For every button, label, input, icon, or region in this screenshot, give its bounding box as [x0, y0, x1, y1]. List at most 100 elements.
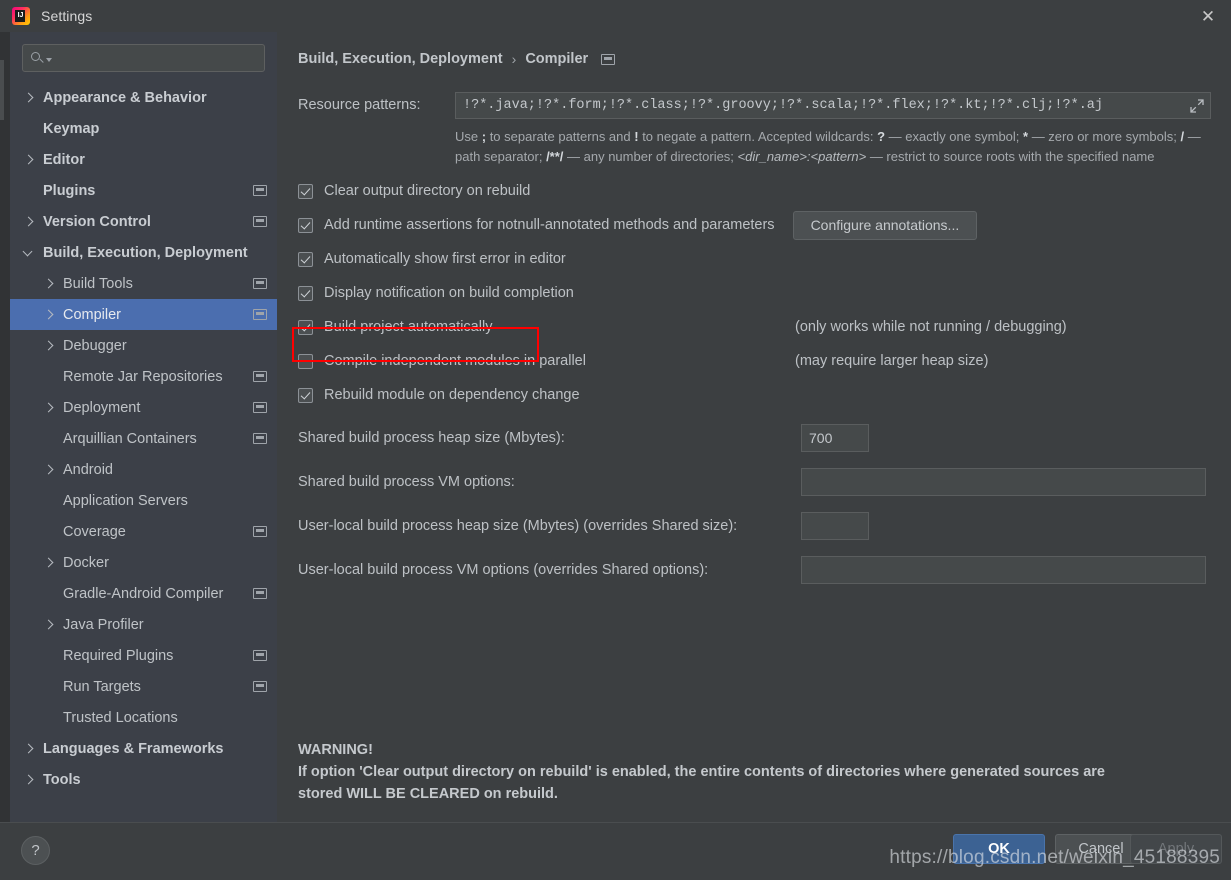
checkbox-display-notification-on-build-completion[interactable] [298, 285, 313, 301]
module-scope-icon[interactable] [253, 216, 267, 227]
title-bar: Settings ✕ [0, 0, 1231, 32]
chevron-right-icon[interactable] [42, 556, 55, 569]
checkbox-label[interactable]: Rebuild module on dependency change [324, 387, 580, 403]
checkbox-compile-independent-modules-in-parallel[interactable] [298, 353, 313, 369]
search-wrapper [10, 44, 277, 72]
input-shared-build-process-heap-size-mbytes[interactable] [801, 424, 869, 452]
chevron-right-icon[interactable] [42, 339, 55, 352]
search-input[interactable] [52, 49, 264, 67]
sidebar-item-trusted-locations[interactable]: Trusted Locations [10, 702, 277, 733]
checkbox-label[interactable]: Clear output directory on rebuild [324, 183, 530, 199]
module-scope-icon[interactable] [253, 402, 267, 413]
chevron-down-icon[interactable] [22, 246, 35, 259]
checkbox-row: Clear output directory on rebuild [298, 180, 1211, 202]
sidebar-item-run-targets[interactable]: Run Targets [10, 671, 277, 702]
sidebar-item-plugins[interactable]: Plugins [10, 175, 277, 206]
sidebar-item-docker[interactable]: Docker [10, 547, 277, 578]
module-scope-icon[interactable] [253, 185, 267, 196]
input-user-local-build-process-vm-options-overrides-shared-options[interactable] [801, 556, 1206, 584]
sidebar-item-label: Build, Execution, Deployment [43, 244, 248, 261]
sidebar-item-coverage[interactable]: Coverage [10, 516, 277, 547]
resource-patterns-row: Resource patterns: [298, 92, 1211, 119]
settings-dialog: Settings ✕ Appearance & Behavior Keymap Ed… [0, 0, 1231, 880]
sidebar-item-label: Application Servers [63, 492, 188, 509]
sidebar-item-languages-frameworks[interactable]: Languages & Frameworks [10, 733, 277, 764]
checkbox-label[interactable]: Build project automatically [324, 319, 492, 335]
sidebar-item-compiler[interactable]: Compiler [10, 299, 277, 330]
search-box[interactable] [22, 44, 265, 72]
module-scope-icon[interactable] [601, 53, 616, 65]
sidebar-item-keymap[interactable]: Keymap [10, 113, 277, 144]
checkbox-rebuild-module-on-dependency-change[interactable] [298, 387, 313, 403]
module-scope-icon[interactable] [253, 650, 267, 661]
checkbox-label[interactable]: Display notification on build completion [324, 285, 574, 301]
sidebar-item-android[interactable]: Android [10, 454, 277, 485]
module-scope-icon[interactable] [253, 278, 267, 289]
sidebar-item-gradle-android-compiler[interactable]: Gradle-Android Compiler [10, 578, 277, 609]
sidebar-item-version-control[interactable]: Version Control [10, 206, 277, 237]
sidebar-item-label: Deployment [63, 399, 141, 416]
chevron-right-icon[interactable] [22, 773, 35, 786]
window-edge-strip [0, 60, 4, 120]
checkbox-automatically-show-first-error-in-editor[interactable] [298, 251, 313, 267]
close-icon[interactable]: ✕ [1185, 0, 1231, 32]
input-user-local-build-process-heap-size-mbytes-overrides-shared-size[interactable] [801, 512, 869, 540]
chevron-right-icon[interactable] [22, 153, 35, 166]
sidebar-item-required-plugins[interactable]: Required Plugins [10, 640, 277, 671]
checkbox-label[interactable]: Automatically show first error in editor [324, 251, 566, 267]
module-scope-icon[interactable] [253, 309, 267, 320]
sidebar-item-deployment[interactable]: Deployment [10, 392, 277, 423]
sidebar-item-debugger[interactable]: Debugger [10, 330, 277, 361]
sidebar-item-build-tools[interactable]: Build Tools [10, 268, 277, 299]
sidebar-item-tools[interactable]: Tools [10, 764, 277, 795]
module-scope-icon[interactable] [253, 588, 267, 599]
sidebar-item-label: Java Profiler [63, 616, 144, 633]
checkbox-add-runtime-assertions-for-notnull-annotated-methods-and-parameters[interactable] [298, 217, 313, 233]
configure-annotations-button[interactable]: Configure annotations... [792, 210, 978, 240]
chevron-right-icon[interactable] [22, 742, 35, 755]
checkbox-clear-output-directory-on-rebuild[interactable] [298, 183, 313, 199]
checkbox-build-project-automatically[interactable] [298, 319, 313, 335]
sidebar-item-arquillian-containers[interactable]: Arquillian Containers [10, 423, 277, 454]
checkbox-label[interactable]: Add runtime assertions for notnull-annot… [324, 217, 775, 233]
chevron-right-icon[interactable] [22, 91, 35, 104]
input-shared-build-process-vm-options[interactable] [801, 468, 1206, 496]
sidebar-item-editor[interactable]: Editor [10, 144, 277, 175]
sidebar-item-label: Tools [43, 771, 81, 788]
expand-icon[interactable] [1188, 97, 1206, 115]
build-process-fields: Shared build process heap size (Mbytes):… [298, 424, 1211, 584]
module-scope-icon[interactable] [253, 371, 267, 382]
sidebar-item-remote-jar-repositories[interactable]: Remote Jar Repositories [10, 361, 277, 392]
chevron-right-icon[interactable] [42, 463, 55, 476]
chevron-right-icon[interactable] [42, 401, 55, 414]
settings-tree: Appearance & Behavior Keymap Editor Plugins… [10, 82, 277, 795]
sidebar-item-appearance-behavior[interactable]: Appearance & Behavior [10, 82, 277, 113]
chevron-right-icon[interactable] [42, 277, 55, 290]
field-row: Shared build process VM options: [298, 468, 1211, 496]
warning-line-1: If option 'Clear output directory on reb… [298, 764, 1105, 780]
chevron-right-icon[interactable] [22, 215, 35, 228]
module-scope-icon[interactable] [253, 681, 267, 692]
module-scope-icon[interactable] [253, 433, 267, 444]
module-scope-icon[interactable] [253, 526, 267, 537]
resource-patterns-field[interactable] [455, 92, 1211, 119]
chevron-right-icon[interactable] [42, 618, 55, 631]
sidebar-item-label: Keymap [43, 120, 100, 137]
sidebar-item-label: Plugins [43, 182, 96, 199]
hint-part: — restrict to source roots with the spec… [866, 148, 1155, 164]
field-label: User-local build process heap size (Mbyt… [298, 518, 738, 534]
sidebar-item-application-servers[interactable]: Application Servers [10, 485, 277, 516]
sidebar-item-build-execution-deployment[interactable]: Build, Execution, Deployment [10, 237, 277, 268]
sidebar-item-java-profiler[interactable]: Java Profiler [10, 609, 277, 640]
breadcrumb-parent[interactable]: Build, Execution, Deployment [298, 51, 503, 67]
help-button[interactable]: ? [21, 836, 50, 865]
checkbox-label[interactable]: Compile independent modules in parallel [324, 353, 586, 369]
resource-patterns-input[interactable] [456, 93, 1210, 118]
sidebar-item-label: Build Tools [63, 275, 133, 292]
warning-title: WARNING! [298, 742, 373, 758]
chevron-right-icon[interactable] [42, 308, 55, 321]
